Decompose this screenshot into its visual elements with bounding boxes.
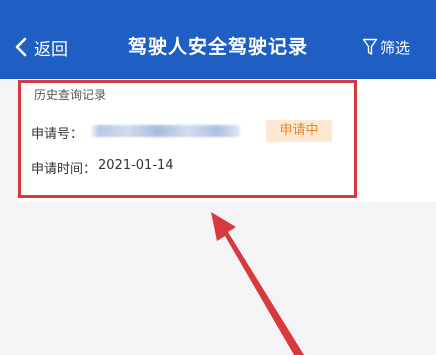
filter-label: 筛选 [379,38,410,57]
filter-button[interactable]: 筛选 [362,30,410,64]
highlight-box [18,80,357,198]
navbar: 返回 驾驶人安全驾驶记录 筛选 [0,0,436,79]
funnel-icon [362,37,378,57]
